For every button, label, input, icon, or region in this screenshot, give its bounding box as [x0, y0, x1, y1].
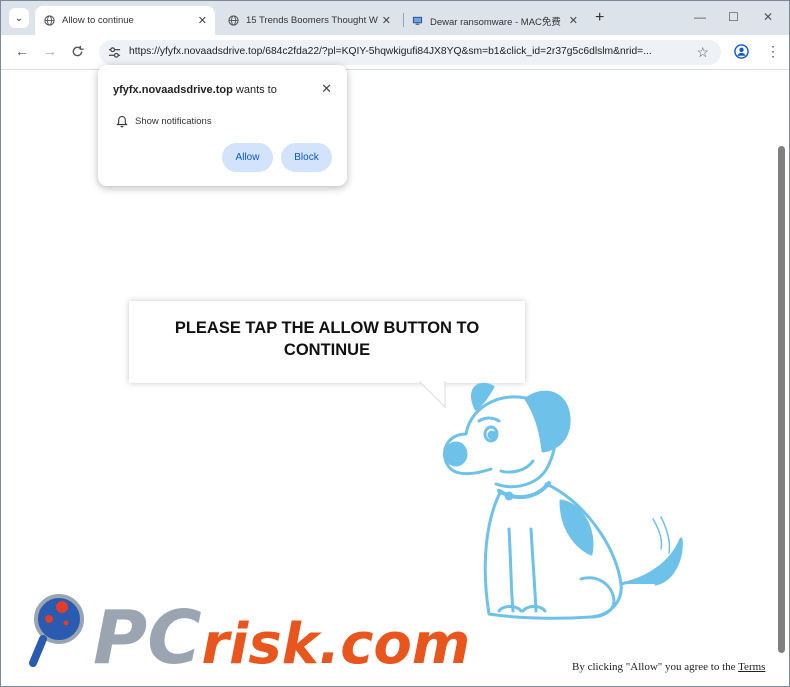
bell-icon [116, 115, 128, 128]
watermark-text: PCrisk.com [93, 595, 469, 671]
tap-allow-message: PLEASE TAP THE ALLOW BUTTON TO CONTINUE [174, 319, 480, 359]
allow-button[interactable]: Allow [222, 143, 273, 172]
back-arrow-icon[interactable]: ← [15, 43, 29, 59]
pcrisk-logo: PCrisk.com [29, 594, 469, 671]
profile-icon[interactable] [734, 44, 749, 59]
tab-title: Dewar ransomware - MAC免费 [430, 16, 561, 28]
chevron-down-icon: ⌄ [14, 12, 24, 24]
dog-illustration [443, 382, 683, 620]
close-tab-icon[interactable]: ✕ [198, 14, 207, 27]
close-tab-icon[interactable]: ✕ [569, 14, 578, 27]
popup-site: yfyfx.novaadsdrive.top [113, 84, 233, 96]
terms-prefix: By clicking "Allow" you agree to the [572, 661, 739, 673]
bookmark-star-icon[interactable]: ☆ [696, 44, 709, 61]
tab-title: 15 Trends Boomers Thought W [246, 15, 378, 26]
permission-label: Show notifications [135, 116, 212, 127]
tab-search-button[interactable]: ⌄ [9, 8, 29, 28]
terms-notice: By clicking "Allow" you agree to the Ter… [572, 661, 765, 673]
tab-title: Allow to continue [62, 15, 134, 26]
close-tab-icon[interactable]: ✕ [382, 14, 391, 27]
popup-close-icon[interactable]: ✕ [321, 81, 332, 97]
popup-wants-to: wants to [232, 84, 277, 96]
notification-permission-popup: yfyfx.novaadsdrive.top wants to ✕ Show n… [98, 65, 347, 186]
url-text[interactable]: https://yfyfx.novaadsdrive.top/684c2fda2… [129, 46, 689, 57]
globe-icon [228, 15, 239, 26]
address-bar[interactable]: https://yfyfx.novaadsdrive.top/684c2fda2… [99, 40, 721, 65]
scrollbar-thumb[interactable] [778, 146, 785, 653]
block-button[interactable]: Block [281, 143, 332, 172]
forward-arrow-icon[interactable]: → [43, 43, 57, 59]
popup-title: yfyfx.novaadsdrive.top wants to [113, 84, 277, 96]
site-settings-icon[interactable] [108, 46, 121, 59]
tab-allow-to-continue[interactable]: Allow to continue ✕ [35, 6, 215, 35]
tab-15-trends[interactable]: 15 Trends Boomers Thought W ✕ [219, 6, 399, 35]
maximize-icon[interactable]: ☐ [728, 10, 739, 24]
globe-icon [44, 15, 55, 26]
more-options-icon[interactable]: ⋮ [766, 43, 780, 60]
terms-link[interactable]: Terms [738, 661, 765, 673]
monitor-icon [412, 16, 423, 25]
browser-window: ⌄ Allow to continue ✕ 15 Trends Boomers … [0, 0, 790, 687]
minimize-icon[interactable]: — [694, 10, 706, 24]
tab-strip: ⌄ Allow to continue ✕ 15 Trends Boomers … [1, 1, 789, 35]
message-bubble: PLEASE TAP THE ALLOW BUTTON TO CONTINUE [129, 301, 525, 383]
close-window-icon[interactable]: ✕ [763, 10, 773, 24]
new-tab-button[interactable]: + [595, 9, 604, 27]
tab-dewar-ransomware[interactable]: Dewar ransomware - MAC免费 ✕ [403, 6, 586, 35]
reload-icon[interactable] [71, 45, 84, 58]
